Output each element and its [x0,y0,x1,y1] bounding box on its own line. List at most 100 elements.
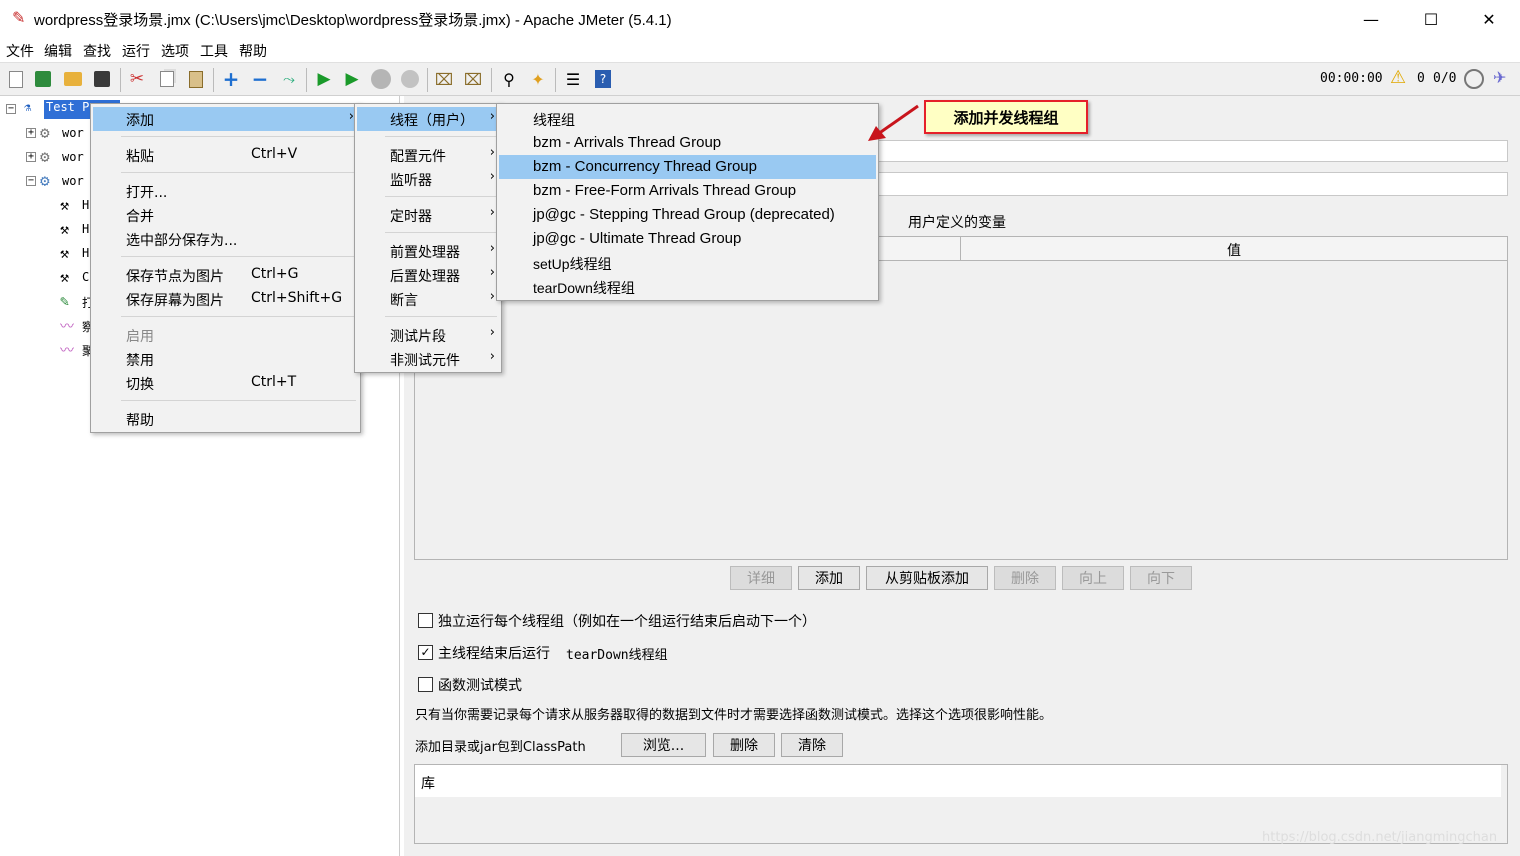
menu-tools[interactable]: 工具 [200,41,228,61]
thread-item-ultimate[interactable]: jp@gc - Ultimate Thread Group [499,227,876,251]
add-button[interactable]: 添加 [798,566,860,590]
tree-item[interactable]: H [82,222,89,236]
search-icon[interactable]: ⚲ [499,69,519,89]
maximize-button[interactable]: ☐ [1408,0,1454,38]
clear-all-icon[interactable]: ⌧ [463,69,483,89]
functional-mode-checkbox[interactable] [418,677,433,692]
detail-button[interactable]: 详细 [730,566,792,590]
templates-icon[interactable] [33,69,53,89]
menu-run[interactable]: 运行 [122,41,150,61]
thread-item-arrivals[interactable]: bzm - Arrivals Thread Group [499,131,876,155]
menu-item-save-node-image[interactable]: 保存节点为图片 Ctrl+G [93,263,358,287]
submenu-non-test-elements[interactable]: 非测试元件 › [357,347,499,371]
minimize-button[interactable]: — [1348,0,1394,38]
menu-item-paste[interactable]: 粘贴 Ctrl+V [93,143,358,167]
stop-icon[interactable] [371,69,391,89]
menu-help[interactable]: 帮助 [239,41,267,61]
pen-icon: ✎ [60,292,70,310]
reset-search-icon[interactable]: ✦ [528,69,548,89]
menu-item-save-selection[interactable]: 选中部分保存为... [93,227,358,251]
menu-item-merge[interactable]: 合并 [93,203,358,227]
toolbar: ✂ + − ⤳ ▶ ▶ ⌧ ⌧ ⚲ ✦ ☰ ? 00:00:00 ⚠ 0 0/0… [0,62,1520,96]
tree-item[interactable]: H [82,246,89,260]
comments-field[interactable] [874,172,1508,196]
watermark: https://blog.csdn.net/jiangmingchan [1262,830,1498,845]
log-icon[interactable]: ✈ [1493,68,1506,87]
toggle-icon[interactable]: ⤳ [279,69,299,89]
help-icon[interactable]: ? [593,69,613,89]
sampler-icon: ⚒ [60,220,70,238]
submenu-pre-processor[interactable]: 前置处理器 › [357,239,499,263]
serialize-threadgroups-checkbox[interactable] [418,613,433,628]
callout-arrow [868,104,919,141]
thread-item-thread-group[interactable]: 线程组 [499,107,876,131]
menu-search[interactable]: 查找 [83,41,111,61]
save-icon[interactable] [92,69,112,89]
collapse-icon[interactable]: − [250,67,270,91]
submenu-post-processor[interactable]: 后置处理器 › [357,263,499,287]
warning-icon[interactable]: ⚠ [1390,67,1406,88]
menu-item-toggle[interactable]: 切换 Ctrl+T [93,371,358,395]
down-button[interactable]: 向下 [1130,566,1192,590]
user-vars-title: 用户定义的变量 [908,215,1006,231]
tree-item[interactable]: wor [62,126,84,140]
menu-file[interactable]: 文件 [6,41,34,61]
menu-item-help[interactable]: 帮助 [93,407,358,431]
add-from-clipboard-button[interactable]: 从剪贴板添加 [866,566,988,590]
function-helper-icon[interactable]: ☰ [563,69,583,89]
submenu-timer[interactable]: 定时器 › [357,203,499,227]
library-header: 库 [421,776,435,792]
expand-icon[interactable]: + [221,67,241,91]
thread-item-concurrency[interactable]: bzm - Concurrency Thread Group [499,155,876,179]
submenu-threads-users[interactable]: 线程（用户） › [357,107,499,131]
clear-classpath-button[interactable]: 清除 [781,733,843,757]
tree-item[interactable]: wor [62,150,84,164]
shutdown-icon[interactable] [400,69,420,89]
menu-options[interactable]: 选项 [161,41,189,61]
name-field[interactable] [874,140,1508,162]
start-icon[interactable]: ▶ [314,69,334,89]
submenu-assertion[interactable]: 断言 › [357,287,499,311]
delete-button[interactable]: 删除 [994,566,1056,590]
context-menu: 添加 › 粘贴 Ctrl+V 打开... 合并 选中部分保存为... 保存节点为图片… [90,103,361,433]
clear-icon[interactable]: ⌧ [434,69,454,89]
thread-submenu: 线程组 bzm - Arrivals Thread Group bzm - Co… [496,103,879,301]
test-plan-icon: ⚗ [24,100,32,114]
menu-item-save-screen-image[interactable]: 保存屏幕为图片 Ctrl+Shift+G [93,287,358,311]
menu-edit[interactable]: 编辑 [44,41,72,61]
menu-item-enable[interactable]: 启用 [93,323,358,347]
classpath-label: 添加目录或jar包到ClassPath [415,740,586,755]
thread-item-free-form-arrivals[interactable]: bzm - Free-Form Arrivals Thread Group [499,179,876,203]
thread-item-setup[interactable]: setUp线程组 [499,251,876,275]
browse-button[interactable]: 浏览... [621,733,706,757]
thread-item-teardown[interactable]: tearDown线程组 [499,275,876,299]
thread-item-stepping[interactable]: jp@gc - Stepping Thread Group (deprecate… [499,203,876,227]
tree-expand-toggle[interactable]: + [26,152,36,162]
copy-icon[interactable] [157,69,177,89]
up-button[interactable]: 向上 [1062,566,1124,590]
tree-item[interactable]: wor [62,174,84,188]
col-value[interactable]: 值 [1227,240,1241,260]
remote-icon[interactable] [1464,69,1484,89]
teardown-on-shutdown-checkbox[interactable]: ✓ [418,645,433,660]
submenu-config-element[interactable]: 配置元件 › [357,143,499,167]
submenu-listener[interactable]: 监听器 › [357,167,499,191]
tree-item[interactable]: H [82,198,89,212]
new-icon[interactable] [6,69,26,89]
tree-item[interactable]: C [82,270,89,284]
cut-icon[interactable]: ✂ [127,69,147,89]
tree-collapse-toggle[interactable]: − [26,176,36,186]
start-no-pause-icon[interactable]: ▶ [342,69,362,89]
menu-item-disable[interactable]: 禁用 [93,347,358,371]
submenu-test-fragment[interactable]: 测试片段 › [357,323,499,347]
menu-item-add[interactable]: 添加 › [93,107,358,131]
tree-expand-toggle[interactable]: + [26,128,36,138]
remove-classpath-button[interactable]: 删除 [713,733,775,757]
open-icon[interactable] [63,69,83,89]
menu-item-open[interactable]: 打开... [93,179,358,203]
close-button[interactable]: ✕ [1466,0,1512,38]
paste-icon[interactable] [186,69,206,89]
elapsed-timer: 00:00:00 [1320,71,1383,86]
window-title: wordpress登录场景.jmx (C:\Users\jmc\Desktop\… [34,12,672,29]
tree-collapse-toggle[interactable]: − [6,104,16,114]
